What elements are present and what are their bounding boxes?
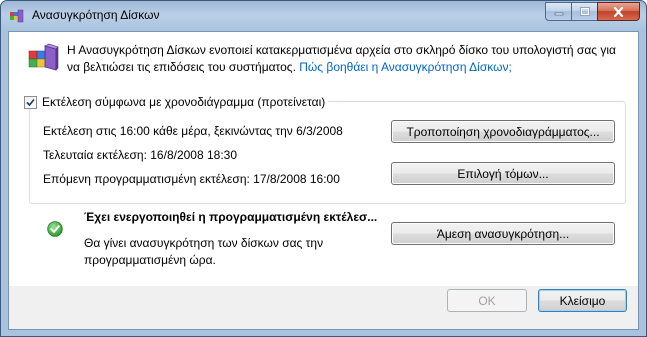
help-link[interactable]: Πώς βοηθάει η Ανασυγκρότηση Δίσκων; [299, 60, 512, 74]
defrag-app-icon [10, 9, 24, 23]
checkmark-icon [26, 98, 35, 106]
defrag-icon [28, 43, 59, 71]
dialog-window: Ανασυγκρότηση Δίσκων Η Ανασυγκρότηση Δίσ… [0, 0, 647, 337]
dialog-client-area: Η Ανασυγκρότηση Δίσκων ενοποιεί κατακερμ… [8, 31, 639, 330]
dialog-content: Η Ανασυγκρότηση Δίσκων ενοποιεί κατακερμ… [9, 32, 638, 286]
minimize-button[interactable] [545, 2, 571, 21]
schedule-checkbox-label: Εκτέλεση σύμφωνα με χρονοδιάγραμμα (προτ… [42, 95, 326, 109]
title-bar[interactable]: Ανασυγκρότηση Δίσκων [1, 1, 646, 31]
schedule-checkbox[interactable] [24, 95, 37, 109]
ok-button[interactable]: OK [447, 289, 527, 312]
maximize-button[interactable] [571, 2, 597, 21]
intro-text-block: Η Ανασυγκρότηση Δίσκων ενοποιεί κατακερμ… [67, 42, 627, 76]
status-description: Θα γίνει ανασυγκρότηση των δίσκων σας τη… [84, 236, 324, 267]
close-button[interactable]: Κλείσιμο [538, 289, 627, 312]
next-run-text: Επόμενη προγραμματισμένη εκτέλεση: 17/8/… [43, 172, 340, 186]
modify-schedule-button[interactable]: Τροποποίηση χρονοδιαγράμματος... [391, 120, 615, 143]
last-run-text: Τελευταία εκτέλεση: 16/8/2008 18:30 [43, 148, 238, 162]
close-window-button[interactable] [597, 2, 640, 21]
checkmark-circle-icon [47, 221, 63, 237]
defrag-now-button[interactable]: Άμεση ανασυγκρότηση... [391, 222, 615, 245]
schedule-checkbox-row[interactable]: Εκτέλεση σύμφωνα με χρονοδιάγραμμα (προτ… [22, 95, 329, 109]
close-icon [613, 6, 624, 17]
schedule-run-at-text: Εκτέλεση στις 16:00 κάθε μέρα, ξεκινώντα… [43, 124, 343, 138]
caption-buttons [545, 2, 640, 21]
maximize-icon [579, 7, 590, 16]
status-title: Έχει ενεργοποιηθεί η προγραμματισμένη εκ… [84, 210, 378, 224]
select-volumes-button[interactable]: Επιλογή τόμων... [391, 162, 615, 185]
window-title: Ανασυγκρότηση Δίσκων [32, 8, 160, 22]
minimize-icon [554, 12, 563, 15]
